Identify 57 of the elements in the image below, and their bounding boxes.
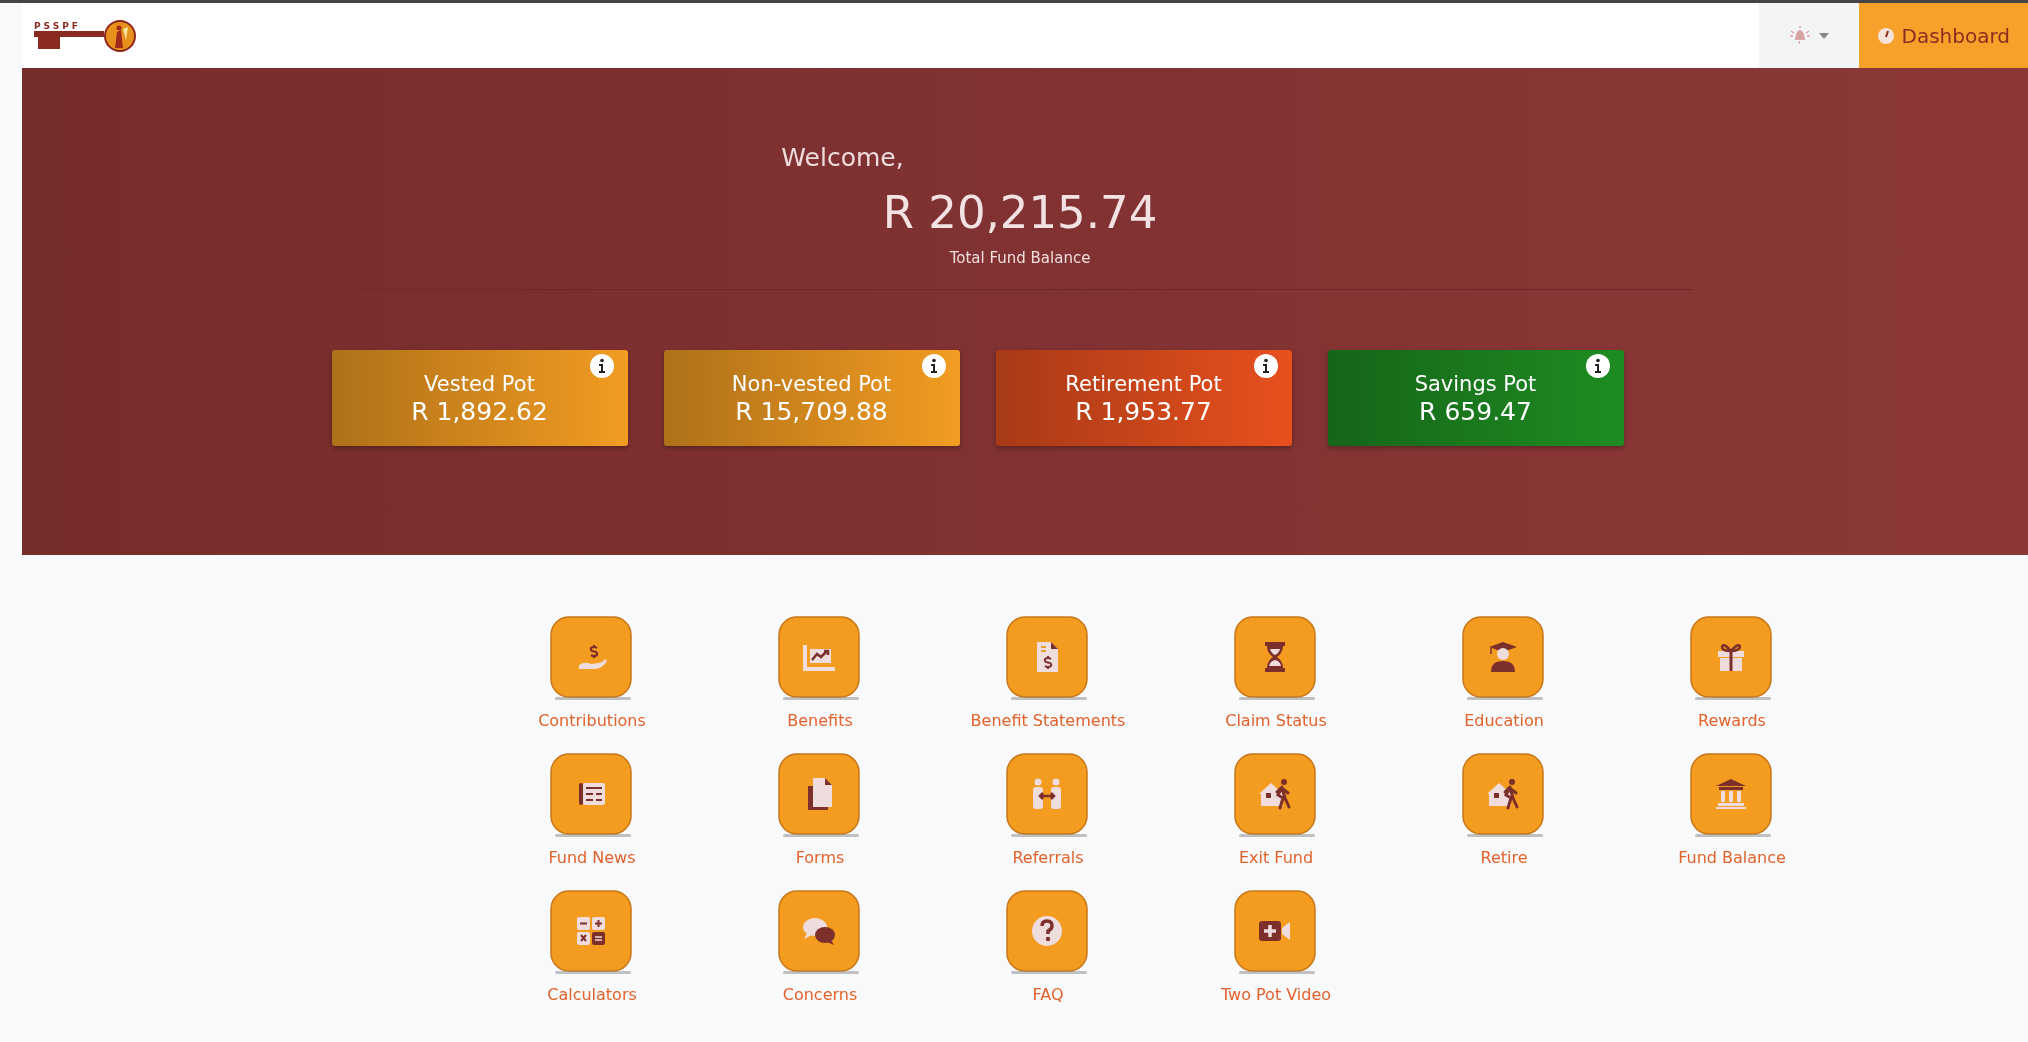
total-balance-label: Total Fund Balance [949,249,1091,267]
info-icon[interactable] [921,354,946,378]
graduate-icon[interactable] [1461,615,1547,701]
info-icon[interactable] [1585,354,1610,378]
menu-link[interactable]: Referrals [1012,848,1084,867]
video-icon[interactable] [1233,889,1319,975]
pot-name: Retirement Pot [1065,371,1222,398]
pot-amount: R 1,892.62 [411,398,548,426]
hourglass-icon[interactable] [1233,615,1319,701]
menu-link[interactable]: Concerns [782,985,858,1004]
chat-icon[interactable] [777,889,863,975]
menu-link[interactable]: Benefits [787,711,853,730]
bell-icon [1789,25,1812,46]
menu-link[interactable]: Retire [1480,848,1528,867]
people-icon[interactable] [1005,752,1091,838]
info-icon[interactable] [1253,354,1278,378]
pot-amount: R 1,953.77 [1075,398,1212,426]
dashboard-button[interactable]: Dashboard [1859,3,2028,68]
menu-link[interactable]: Calculators [547,985,637,1004]
pot-name: Non-vested Pot [731,371,892,398]
pot-name: Vested Pot [424,371,535,398]
calculator-icon[interactable] [549,889,635,975]
bank-icon[interactable] [1689,752,1775,838]
pot-amount: R 659.47 [1419,398,1532,426]
total-balance: R 20,215.74 [882,186,1158,239]
menu-link[interactable]: Exit Fund [1238,848,1314,867]
newspaper-icon[interactable] [549,752,635,838]
pot-card[interactable]: Vested Pot R 1,892.62 [331,350,628,446]
info-icon[interactable] [589,354,614,378]
pot-name: Savings Pot [1414,371,1537,398]
menu-link[interactable]: Education [1464,711,1544,730]
welcome-text: Welcome, [781,143,904,172]
menu-link[interactable]: Forms [795,848,845,867]
pot-amount: R 15,709.88 [735,398,888,426]
invoice-icon[interactable] [1005,615,1091,701]
menu-link[interactable]: Claim Status [1225,711,1327,730]
pot-card[interactable]: Retirement Pot R 1,953.77 [995,350,1292,446]
hand-coin-icon[interactable] [549,615,635,701]
gauge-icon [1877,26,1896,45]
menu-link[interactable]: FAQ [1032,985,1064,1004]
house-walk-icon[interactable] [1461,752,1547,838]
pot-card[interactable]: Non-vested Pot R 15,709.88 [663,350,960,446]
question-icon[interactable] [1005,889,1091,975]
copy-icon[interactable] [777,752,863,838]
chart-icon[interactable] [777,615,863,701]
pot-card[interactable]: Savings Pot R 659.47 [1327,350,1624,446]
menu-link[interactable]: Benefit Statements [970,711,1126,730]
logo-icon[interactable] [104,19,136,52]
gift-icon[interactable] [1689,615,1775,701]
menu-link[interactable]: Fund News [548,848,636,867]
menu-link[interactable]: Two Pot Video [1220,985,1332,1004]
logo-text: PSSPF [34,20,82,31]
menu-link[interactable]: Rewards [1698,711,1766,730]
caret-icon [1819,32,1830,39]
menu-link[interactable]: Contributions [538,711,646,730]
house-walk-icon[interactable] [1233,752,1319,838]
menu-link[interactable]: Fund Balance [1678,848,1786,867]
